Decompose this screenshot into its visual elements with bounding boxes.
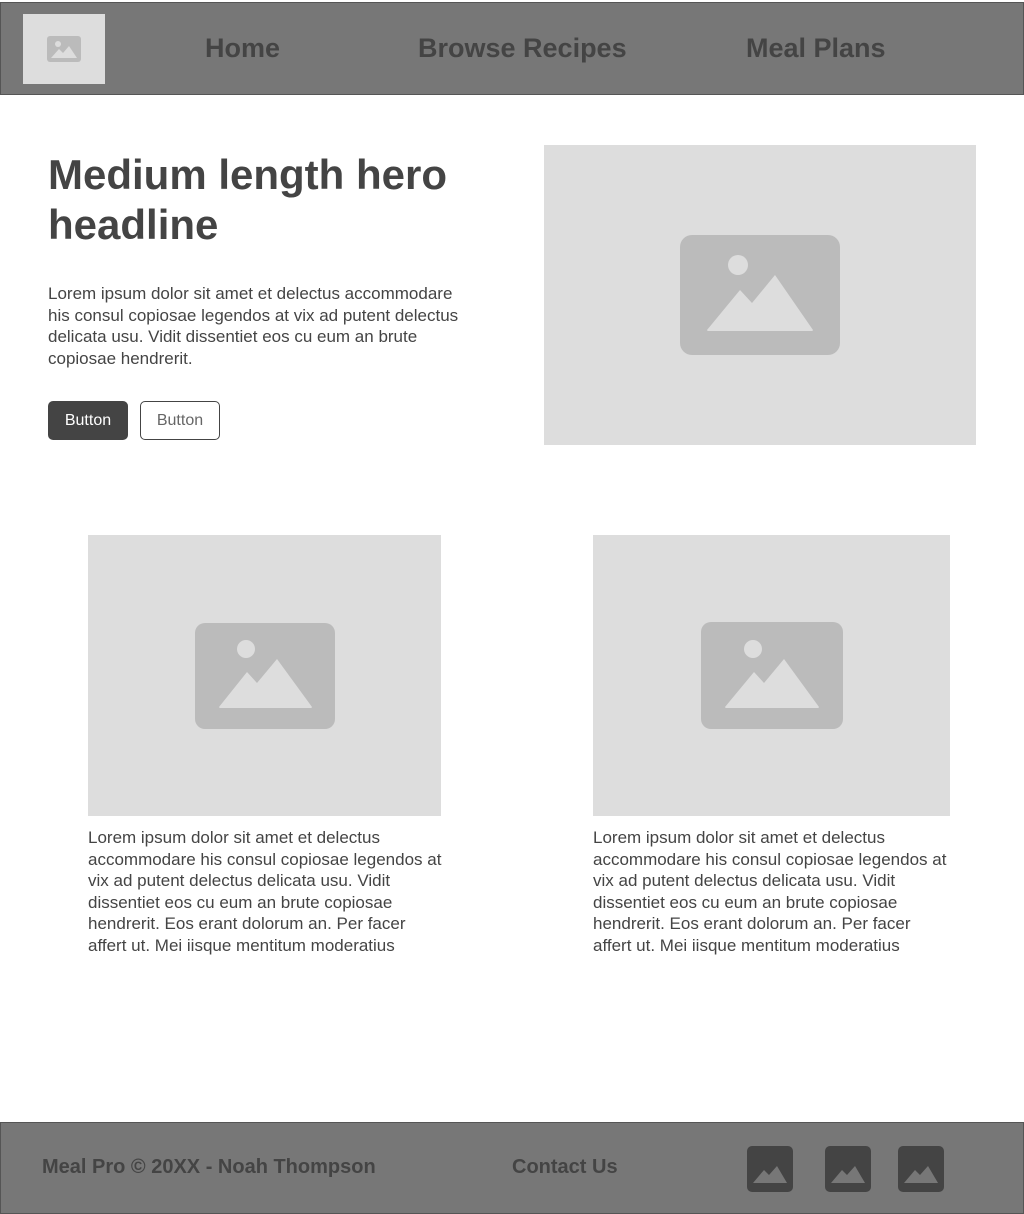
image-placeholder-icon [700,622,843,729]
footer-contact-link[interactable]: Contact Us [512,1156,618,1179]
nav-link-home[interactable]: Home [205,33,280,64]
image-icon[interactable] [898,1146,944,1192]
image-placeholder-icon [47,36,81,62]
card-description: Lorem ipsum dolor sit amet et delectus a… [593,828,947,955]
hero-body-text: Lorem ipsum dolor sit amet et delectus a… [48,284,459,368]
image-icon[interactable] [747,1146,793,1192]
nav-link-browse-recipes[interactable]: Browse Recipes [418,33,627,64]
logo[interactable] [23,14,105,84]
header-bar: Home Browse Recipes Meal Plans [0,2,1024,95]
card-description: Lorem ipsum dolor sit amet et delectus a… [88,828,442,955]
card-image [88,535,441,816]
hero-image [544,145,976,445]
card-image [593,535,950,816]
image-placeholder-icon [680,235,840,355]
hero-headline: Medium length hero headline [48,151,447,248]
hero-secondary-button[interactable]: Button [140,401,220,440]
image-placeholder-icon [194,622,335,729]
nav-link-meal-plans[interactable]: Meal Plans [746,33,886,64]
footer-bar: Meal Pro © 20XX - Noah Thompson Contact … [0,1122,1024,1214]
hero-primary-button[interactable]: Button [48,401,128,440]
image-icon[interactable] [825,1146,871,1192]
footer-copyright: Meal Pro © 20XX - Noah Thompson [42,1156,376,1178]
